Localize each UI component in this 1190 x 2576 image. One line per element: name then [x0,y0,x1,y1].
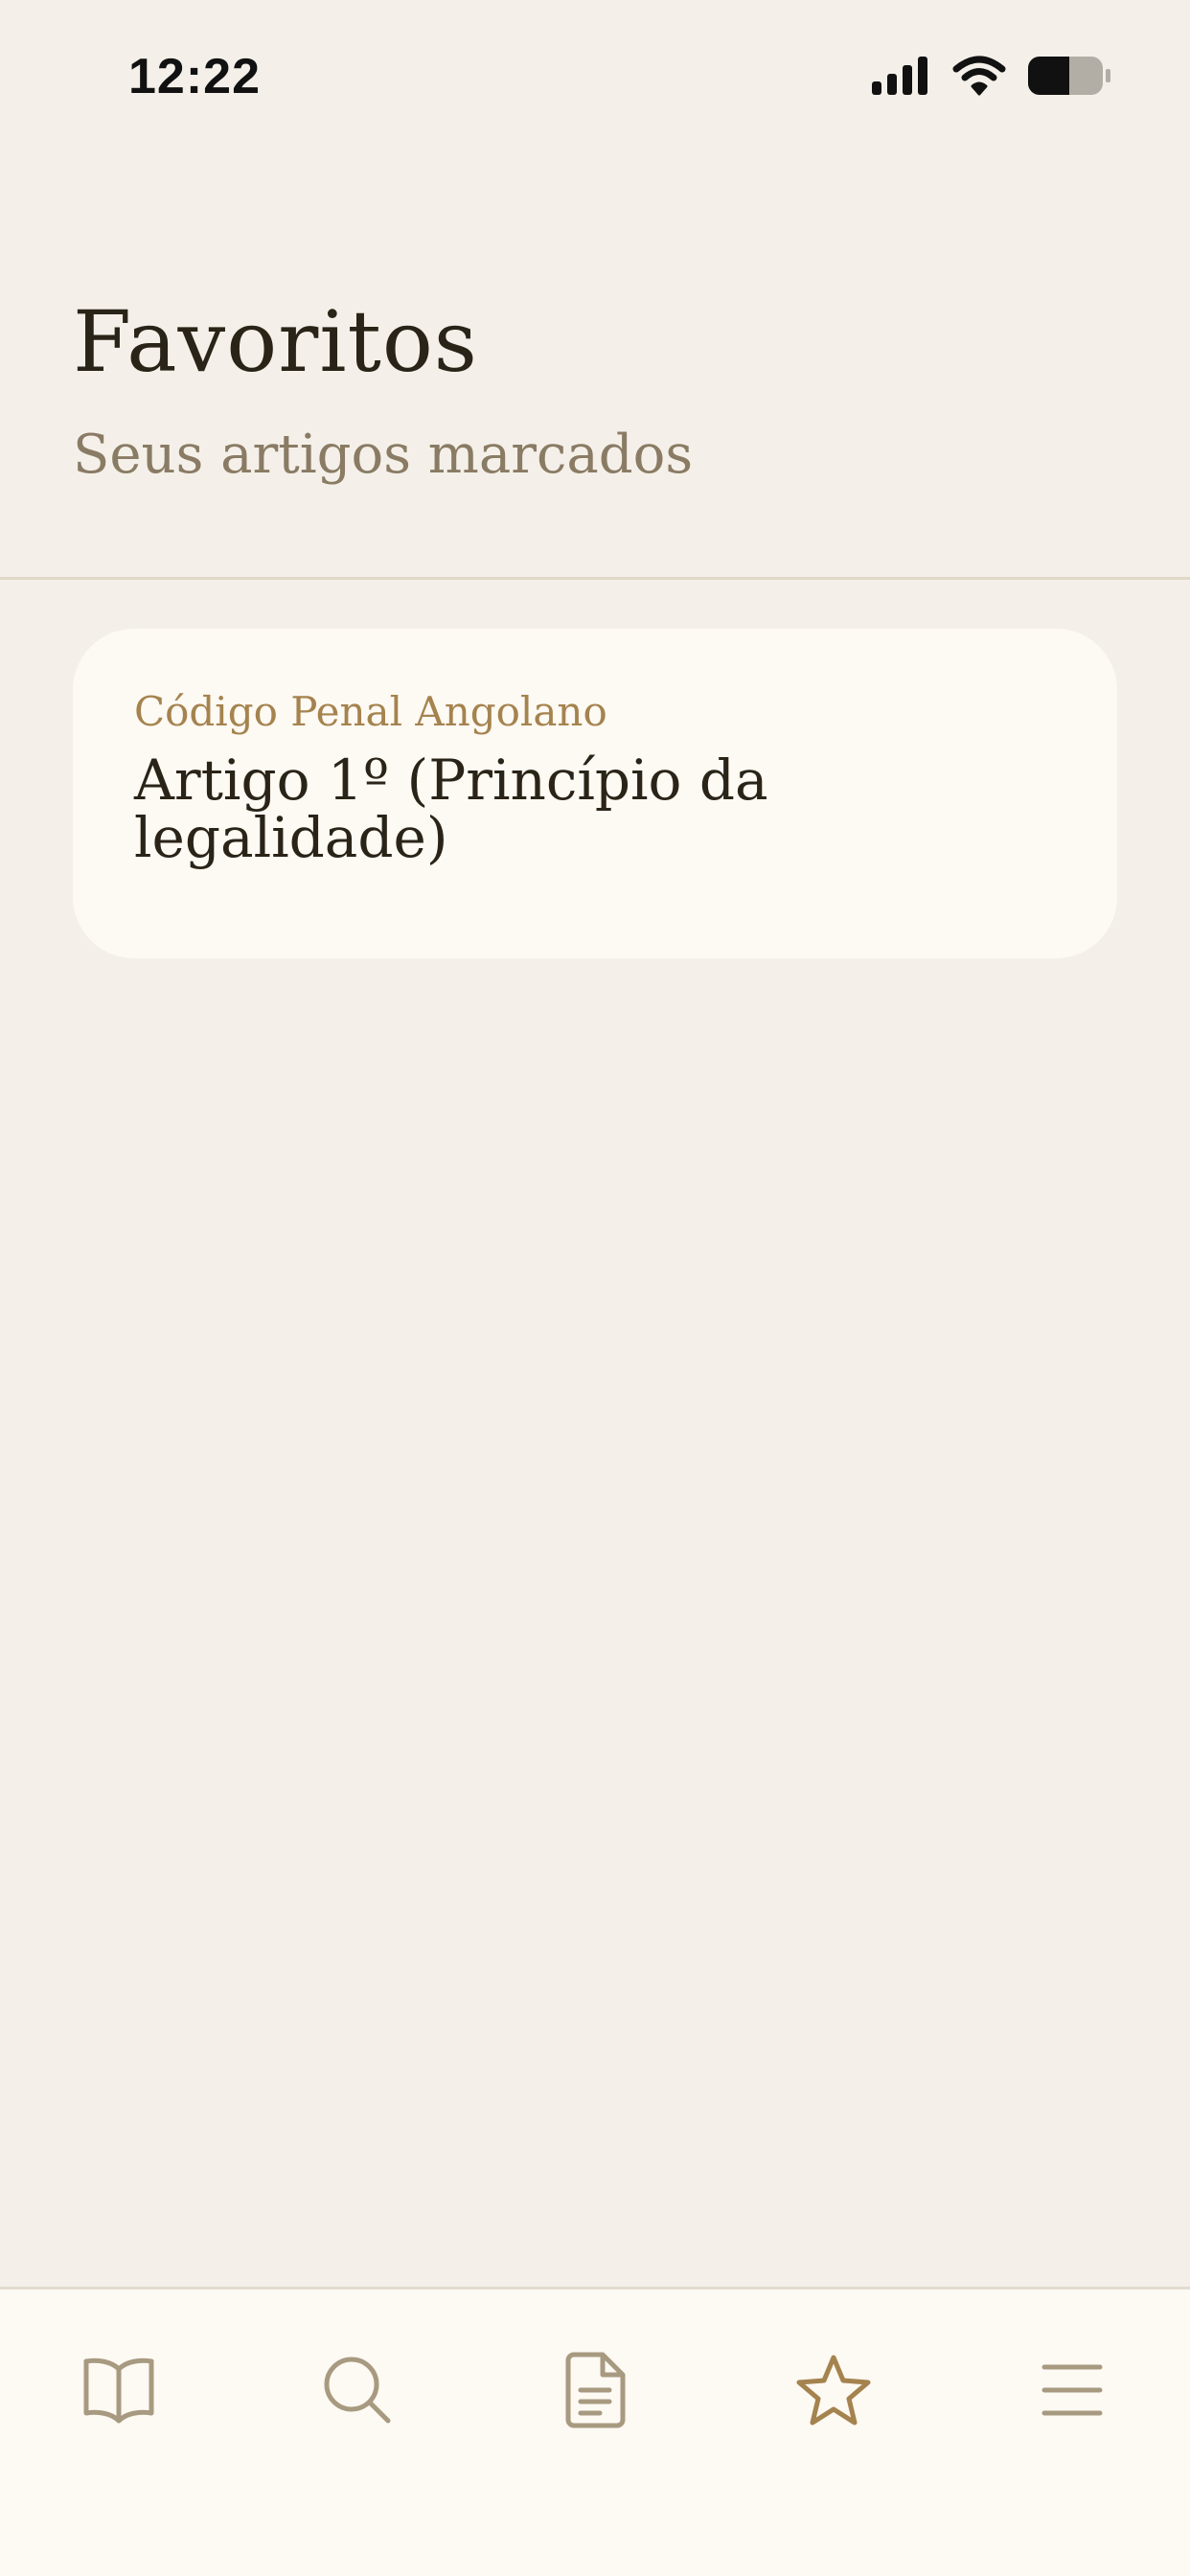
menu-icon [1041,2364,1103,2416]
signal-icon [872,57,927,95]
page-subtitle: Seus artigos marcados [73,424,694,486]
wifi-icon [952,56,1006,96]
favorite-title: Artigo 1º (Princípio da legalidade) [134,748,768,870]
book-open-icon [83,2358,154,2424]
status-time: 12:22 [128,49,261,104]
tab-search[interactable] [305,2337,410,2443]
star-icon [796,2355,871,2426]
tab-documents[interactable] [542,2337,648,2443]
tab-bar [0,2287,1190,2576]
status-icons [870,56,1111,96]
header-divider [0,577,1190,580]
status-bar: 12:22 [0,0,1190,153]
tab-library[interactable] [66,2337,172,2443]
favorite-source: Código Penal Angolano [134,688,607,735]
page-title: Favoritos [73,292,478,391]
page-header: Favoritos Seus artigos marcados [0,153,1190,577]
search-icon [324,2357,391,2424]
tab-menu[interactable] [1019,2337,1125,2443]
favorite-card[interactable]: Código Penal Angolano Artigo 1º (Princíp… [73,629,1117,958]
tab-favorites[interactable] [781,2337,886,2443]
document-icon [565,2352,626,2428]
battery-icon [1028,57,1110,95]
